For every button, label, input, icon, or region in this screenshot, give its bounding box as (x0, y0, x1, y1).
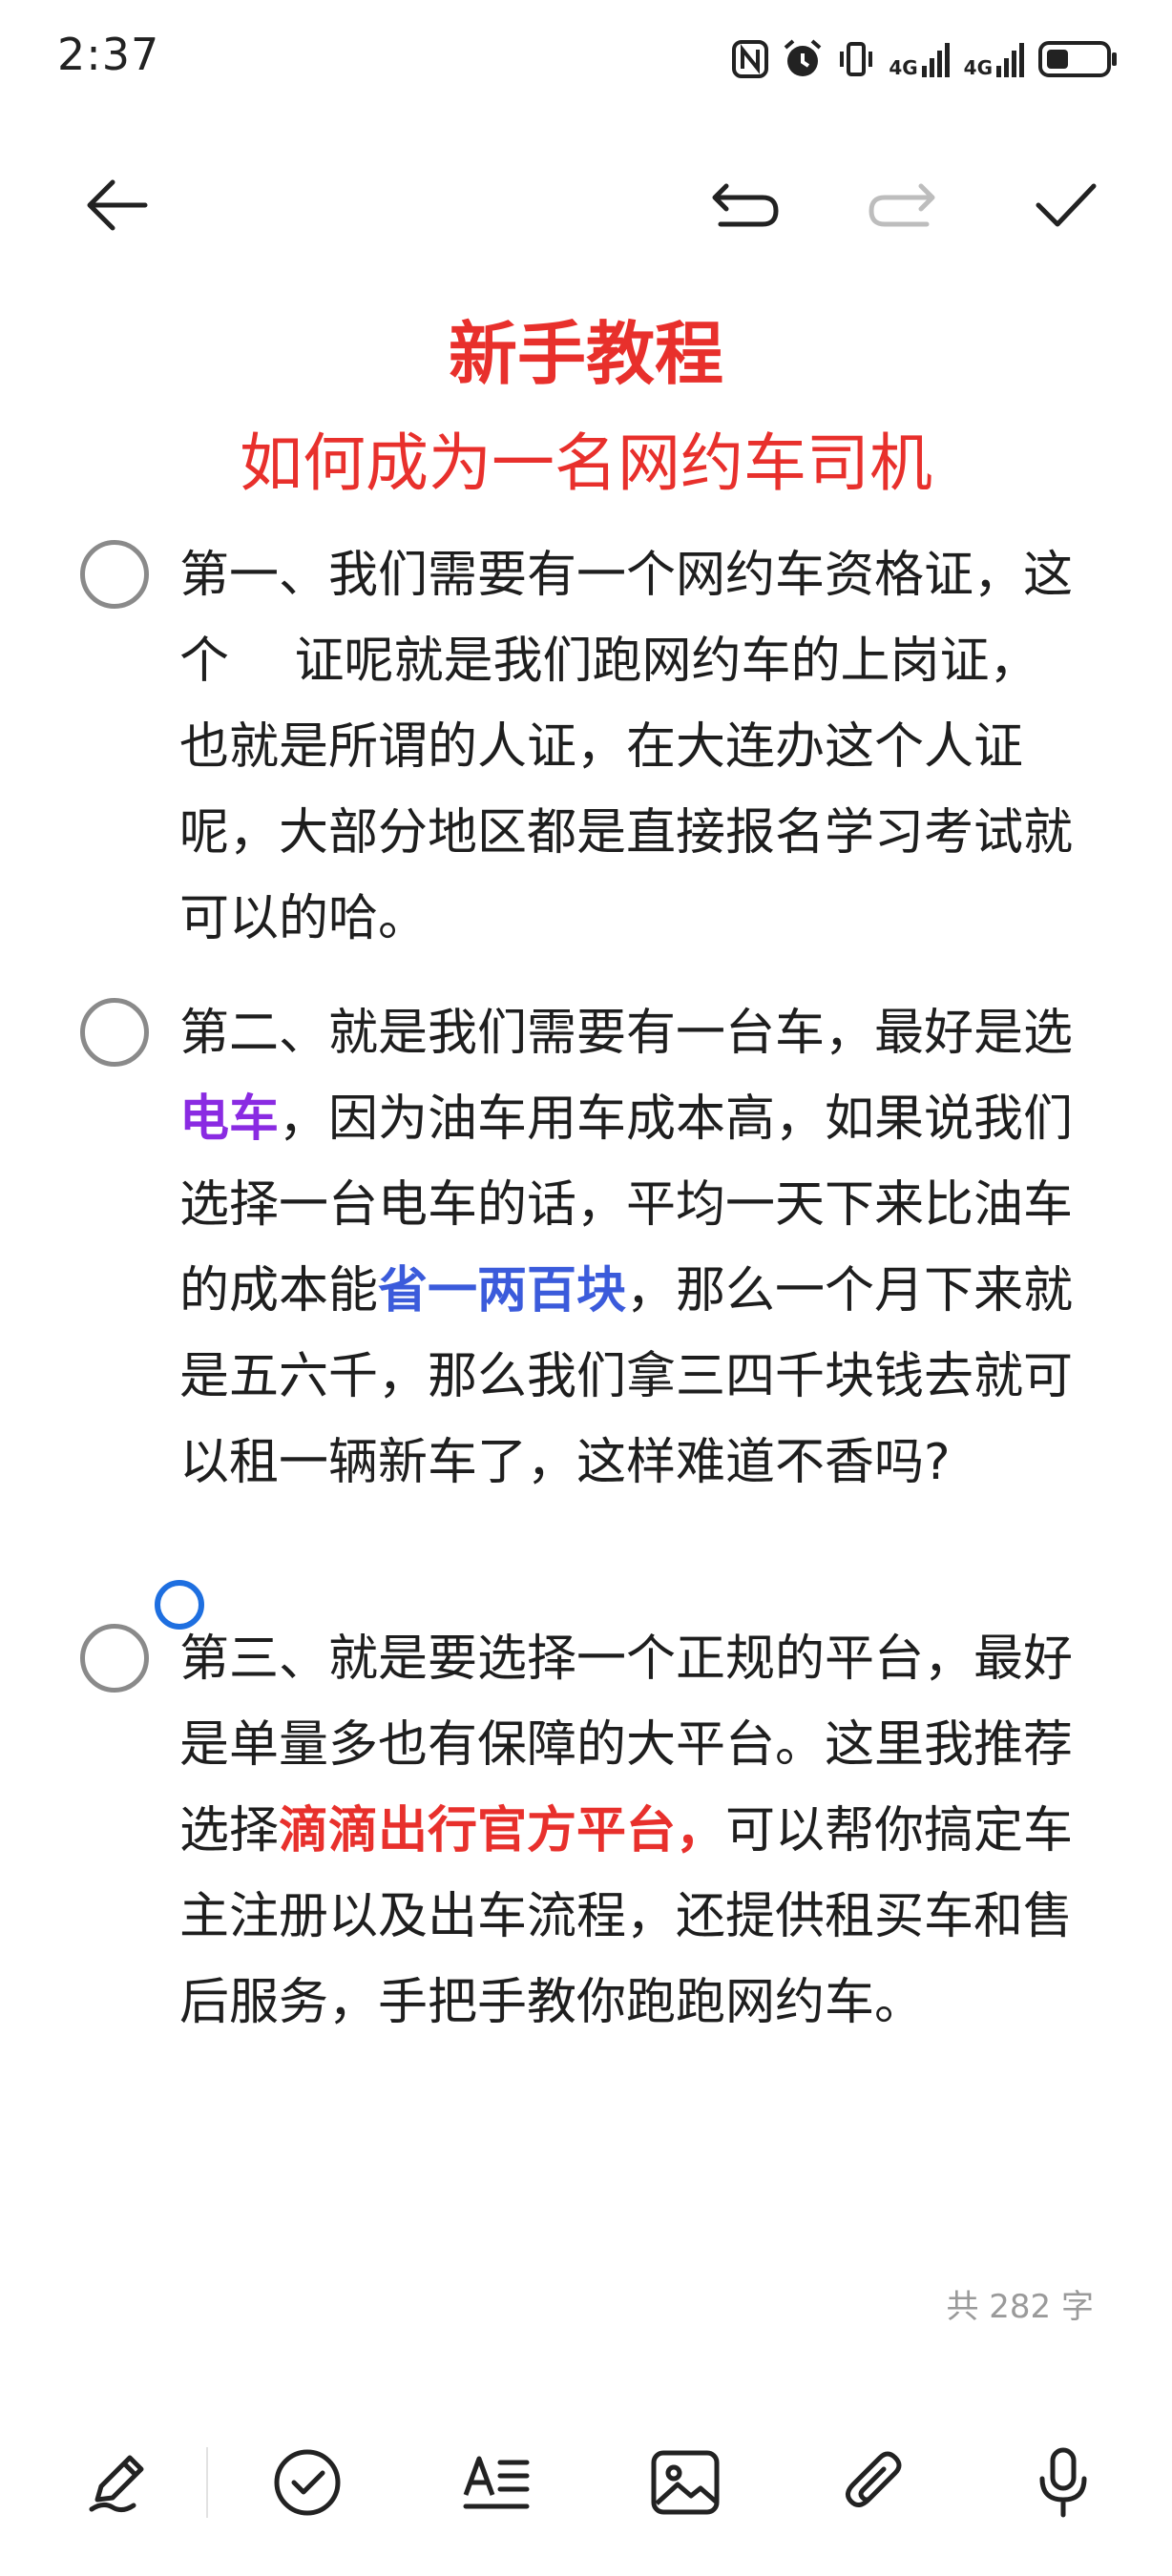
attachment-button[interactable] (827, 2435, 922, 2530)
checkmark-icon (1036, 183, 1097, 227)
checklist-item-3[interactable]: 第三、就是要选择一个正规的平台，最好是单量多也有保障的大平台。这里我推荐选择滴滴… (179, 1616, 1077, 2046)
arrow-left-icon (87, 179, 148, 231)
checklist-item-2[interactable]: 第二、就是我们需要有一台车，最好是选电车，因为油车用车成本高，如果说我们选择一台… (179, 990, 1077, 1506)
status-bar: 2:37 4G 4G (0, 0, 1172, 114)
alarm-icon (782, 38, 824, 80)
highlight-text: 省一两百块 (378, 1262, 627, 1319)
undo-button[interactable] (702, 162, 788, 248)
text-cursor-handle[interactable] (155, 1580, 204, 1630)
pen-icon (89, 2455, 144, 2513)
microphone-icon (1039, 2447, 1087, 2518)
status-icons: 4G 4G (732, 34, 1119, 84)
text-format-icon (463, 2456, 530, 2509)
signal-label: 4G (963, 56, 993, 79)
highlight-text: 滴滴出行官方平台， (279, 1802, 726, 1859)
checklist-item-1[interactable]: 第一、我们需要有一个网约车资格证，这个 证呢就是我们跑网约车的上岗证，也就是所谓… (179, 532, 1077, 962)
signal-4g-icon: 4G (889, 41, 950, 77)
checkbox-item-3[interactable] (80, 1624, 149, 1693)
checklist-icon (274, 2449, 341, 2516)
toolbar-divider (206, 2447, 208, 2518)
signal-label: 4G (889, 56, 918, 79)
battery-icon (1038, 40, 1119, 78)
item-text: 第二、就是我们需要有一台车，最好是选 (179, 1005, 1074, 1062)
redo-button[interactable] (859, 162, 945, 248)
nfc-icon (732, 40, 769, 78)
done-button[interactable] (1023, 162, 1109, 248)
checkbox-item-2[interactable] (80, 998, 149, 1067)
redo-icon (869, 183, 935, 227)
signal-4g-icon: 4G (964, 41, 1025, 77)
item-text: 第一、我们需要有一个网约车资格证，这个 证呢就是我们跑网约车的上岗证，也就是所谓… (179, 547, 1074, 947)
checkbox-item-1[interactable] (80, 540, 149, 609)
text-format-button[interactable] (449, 2435, 544, 2530)
note-title[interactable]: 新手教程 (0, 298, 1172, 398)
image-icon (651, 2450, 720, 2515)
voice-input-button[interactable] (1015, 2435, 1111, 2530)
pen-button[interactable] (71, 2435, 166, 2530)
vibrate-icon (837, 40, 875, 78)
word-count: 共 282 字 (946, 2288, 1094, 2326)
checklist-button[interactable] (260, 2435, 355, 2530)
back-button[interactable] (74, 162, 160, 248)
undo-icon (712, 183, 779, 227)
status-time: 2:37 (57, 29, 160, 80)
note-subtitle[interactable]: 如何成为一名网约车司机 (0, 412, 1172, 504)
highlight-text: 电车 (179, 1091, 280, 1148)
insert-image-button[interactable] (638, 2435, 733, 2530)
attachment-icon (846, 2451, 902, 2507)
